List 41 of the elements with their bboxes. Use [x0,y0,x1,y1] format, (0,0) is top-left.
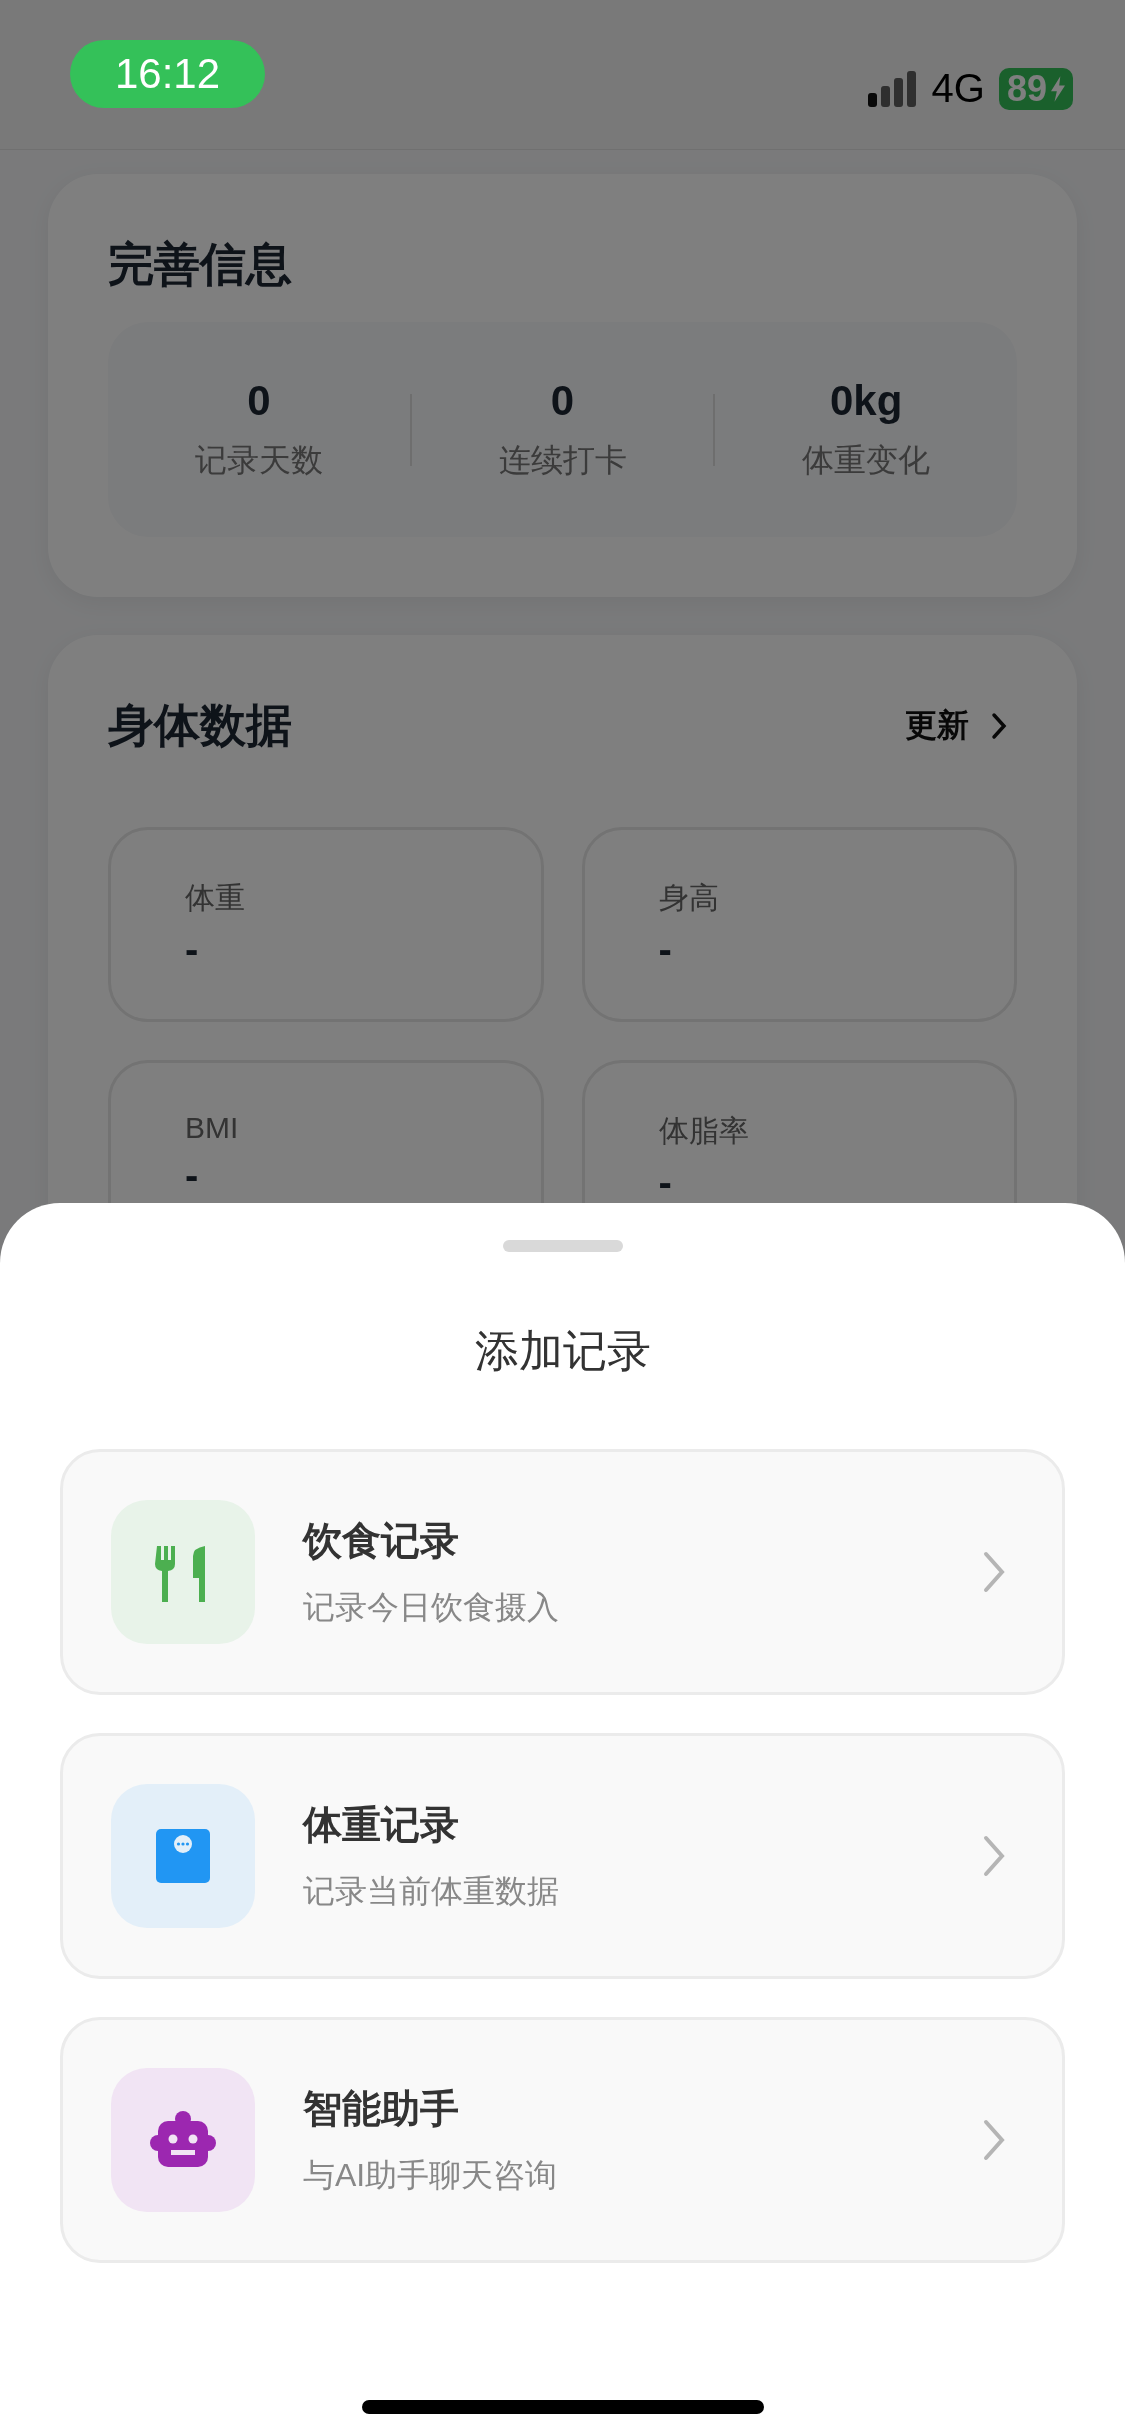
chevron-right-icon [991,712,1007,740]
stat-label: 体重变化 [802,440,931,480]
metric-value: - [185,1153,200,1198]
card-title: 完善信息 [108,237,293,292]
metric-value: - [185,927,200,972]
chevron-right-icon [982,1550,1006,1594]
option-subtitle: 记录当前体重数据 [303,1872,560,1911]
status-time-pill: 16:12 [70,40,265,108]
option-subtitle: 记录今日饮食摄入 [303,1588,560,1627]
option-card[interactable]: 饮食记录 记录今日饮食摄入 [60,1449,1065,1695]
metric-label: 体脂率 [658,1113,750,1149]
sheet-title: 添加记录 [474,1325,651,1377]
scale-icon [156,1829,210,1883]
stat-value: 0 [550,376,575,425]
chevron-right-icon [982,2118,1006,2162]
stat-value: 0kg [830,376,903,425]
stat-label: 记录天数 [194,440,323,480]
metric-tile[interactable]: 体重 - [108,827,544,1022]
chevron-right-icon [982,1834,1006,1878]
option-subtitle: 与AI助手聊天咨询 [303,2156,559,2195]
metric-label: 身高 [658,880,720,916]
card-title: 身体数据 [108,698,292,753]
option-title: 智能助手 [303,2086,460,2132]
stat-label: 连续打卡 [498,440,627,480]
network-label: 4G [931,66,985,111]
charging-bolt-icon [1051,75,1065,102]
option-title: 饮食记录 [303,1518,460,1564]
option-card[interactable]: 体重记录 记录当前体重数据 [60,1733,1065,1979]
metric-tile[interactable]: 身高 - [581,827,1017,1022]
update-link[interactable]: 更新 [905,704,1007,748]
signal-icon [867,70,918,107]
option-card[interactable]: 智能助手 与AI助手聊天咨询 [60,2017,1065,2263]
metric-label: 体重 [185,880,246,916]
battery-level: 89 [998,67,1073,110]
robot-icon [150,2111,216,2169]
drag-handle[interactable] [502,1240,623,1252]
metric-label: BMI [185,1111,240,1145]
metric-value: - [658,1160,673,1205]
metric-value: - [658,927,673,972]
option-title: 体重记录 [303,1802,460,1848]
stat-value: 0 [247,376,271,425]
